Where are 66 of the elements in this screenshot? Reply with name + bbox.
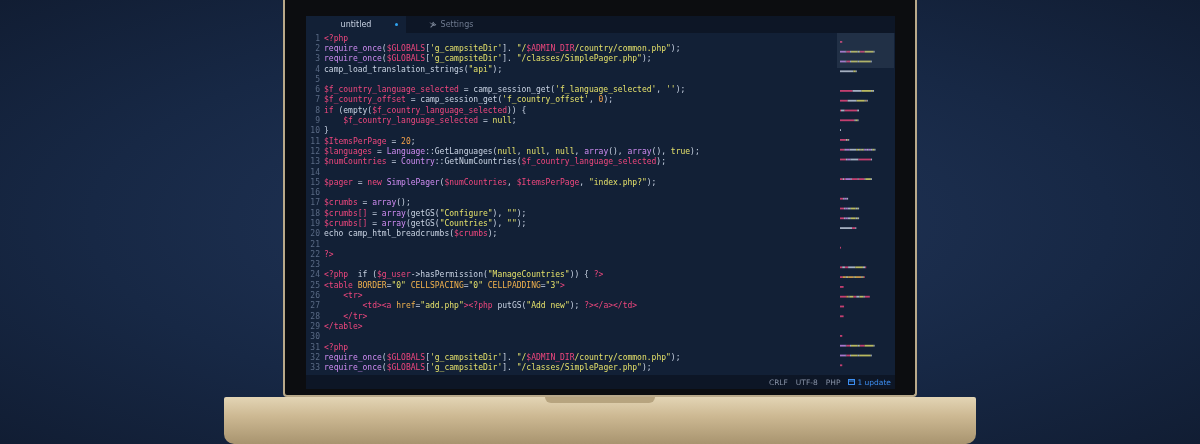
line-number: 28 <box>309 311 320 321</box>
code-line: <?php if ($g_user->hasPermission("ManageCountries")) { ?> <box>324 270 604 280</box>
code-line: $languages = Language::GetLanguages(null, null, null, array(), array(), true); <box>324 146 700 156</box>
line-number: 2 <box>314 43 320 53</box>
line-number: 17 <box>309 198 320 208</box>
line-number: 1 <box>314 33 320 43</box>
line-number: 8 <box>314 105 320 115</box>
line-number: 11 <box>309 136 320 146</box>
line-number: 13 <box>309 157 320 167</box>
modified-dot <box>395 23 398 26</box>
line-number: 7 <box>314 95 320 105</box>
line-number: 3 <box>314 54 320 64</box>
line-number: 14 <box>309 167 320 177</box>
line-number: 23 <box>309 260 320 270</box>
code-line: <?php <box>324 342 349 352</box>
code-line: } <box>324 126 329 136</box>
code-line: require_once($GLOBALS['g_campsiteDir']. "/$ADMIN_DIR/country/common.php"); <box>324 43 681 53</box>
line-number: 32 <box>309 352 320 362</box>
line-number: 27 <box>309 301 320 311</box>
line-number: 20 <box>309 229 320 239</box>
code-line: require_once($GLOBALS['g_campsiteDir']. "/$ADMIN_DIR/country/common.php"); <box>324 352 681 362</box>
line-number: 4 <box>314 64 320 74</box>
line-number: 16 <box>309 188 320 198</box>
code-line: $crumbs[] = array(getGS("Configure"), ""); <box>324 208 527 218</box>
editor-tab[interactable]: Settings <box>406 16 496 33</box>
line-number: 30 <box>309 332 320 342</box>
code-line: </tr> <box>342 311 368 321</box>
code-line: $ItemsPerPage = 20; <box>324 136 416 146</box>
line-number: 33 <box>309 363 320 373</box>
code-line: $crumbs = array(); <box>324 198 411 208</box>
line-number: 22 <box>309 249 320 259</box>
line-number: 15 <box>309 177 320 187</box>
code-line: $f_country_language_selected = camp_session_get('f_language_selected', ''); <box>324 85 686 95</box>
code-line: if (empty($f_country_language_selected)) { <box>324 105 527 115</box>
code-line: $f_country_offset = camp_session_get('f_country_offset', 0); <box>324 95 614 105</box>
code-line: ?> <box>324 249 334 259</box>
code-line: <td><a href="add.php"><?php putGS("Add new"); ?></a></td> <box>361 301 638 311</box>
line-number: 18 <box>309 208 320 218</box>
code-line: <?php <box>324 33 349 43</box>
line-number: 19 <box>309 219 320 228</box>
line-number: 5 <box>314 74 320 84</box>
code-line: require_once($GLOBALS['g_campsiteDir']. "/classes/SimplePager.php"); <box>324 54 652 64</box>
editor-tab[interactable]: untitled <box>306 16 406 33</box>
code-line: $crumbs[] = array(getGS("Countries"), ""); <box>324 219 527 228</box>
line-number: 24 <box>309 270 320 280</box>
line-number: 10 <box>309 126 320 136</box>
code-line: require_once($GLOBALS['g_campsiteDir']. "/classes/SimplePager.php"); <box>324 363 652 373</box>
package-icon <box>848 379 856 385</box>
minimap-viewport[interactable] <box>837 33 894 68</box>
code-line: camp_load_translation_strings("api"); <box>324 64 503 74</box>
line-number: 25 <box>309 280 320 290</box>
code-line: echo camp_html_breadcrumbs($crumbs); <box>324 229 498 239</box>
code-line: </table> <box>324 321 363 331</box>
line-number: 12 <box>309 146 320 156</box>
line-number: 21 <box>309 239 320 249</box>
code-line: $numCountries = Country::GetNumCountries($f_country_language_selected); <box>324 157 666 167</box>
line-number: 31 <box>309 342 320 352</box>
line-number: 29 <box>309 321 320 331</box>
code-line: <tr> <box>342 291 363 301</box>
code-line: $f_country_language_selected = null; <box>342 116 517 125</box>
wrench-icon <box>428 20 437 29</box>
code-line: $pager = new SimplePager($numCountries, $ItemsPerPage, "index.php?"); <box>324 177 657 187</box>
line-number: 6 <box>314 85 320 95</box>
line-number: 9 <box>314 116 320 125</box>
line-number: 26 <box>309 291 320 301</box>
code-line: <table BORDER="0" CELLSPACING="0" CELLPADDING="3"> <box>324 280 565 290</box>
